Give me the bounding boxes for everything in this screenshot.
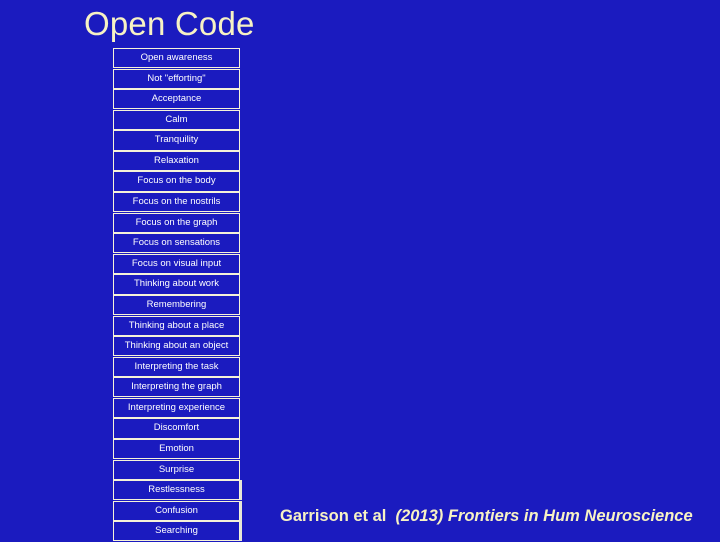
list-item[interactable]: Not "efforting" <box>113 68 240 89</box>
citation: Garrison et al (2013) Frontiers in Hum N… <box>280 505 693 527</box>
list-item[interactable]: Emotion <box>113 438 240 460</box>
list-item[interactable]: Restlessness <box>113 480 240 501</box>
page-title: Open Code <box>84 5 255 42</box>
list-item[interactable]: Remembering <box>113 294 240 316</box>
list-item[interactable]: Focus on the body <box>113 171 240 192</box>
list-item[interactable]: Tranquility <box>113 130 240 151</box>
list-item[interactable]: Searching <box>113 521 240 542</box>
presentation-slide: Open Code Open awareness Not "efforting" A… <box>0 0 720 542</box>
list-item[interactable]: Focus on sensations <box>113 233 240 254</box>
list-item[interactable]: Calm <box>113 109 240 130</box>
list-item[interactable]: Surprise <box>113 459 240 480</box>
list-item[interactable]: Focus on the graph <box>113 212 240 233</box>
list-item[interactable]: Interpreting the graph <box>113 377 240 398</box>
list-item[interactable]: Interpreting experience <box>113 397 240 419</box>
citation-authors: Garrison et al <box>280 507 387 525</box>
citation-spacer <box>386 507 395 525</box>
list-item[interactable]: Interpreting the task <box>113 356 240 377</box>
list-item[interactable]: Thinking about work <box>113 274 240 295</box>
list-item[interactable]: Focus on the nostrils <box>113 192 240 213</box>
list-item[interactable]: Acceptance <box>113 89 240 110</box>
citation-journal: (2013) Frontiers in Hum Neuroscience <box>395 507 693 525</box>
open-code-list: Open awareness Not "efforting" Acceptance C… <box>113 48 240 542</box>
list-item[interactable]: Confusion <box>113 500 240 521</box>
list-item[interactable]: Thinking about a place <box>113 315 240 336</box>
list-item[interactable]: Focus on visual input <box>113 253 240 274</box>
list-item[interactable]: Discomfort <box>113 418 240 439</box>
list-item[interactable]: Thinking about an object <box>113 336 240 357</box>
list-item[interactable]: Open awareness <box>113 48 240 69</box>
list-item[interactable]: Relaxation <box>113 150 240 172</box>
